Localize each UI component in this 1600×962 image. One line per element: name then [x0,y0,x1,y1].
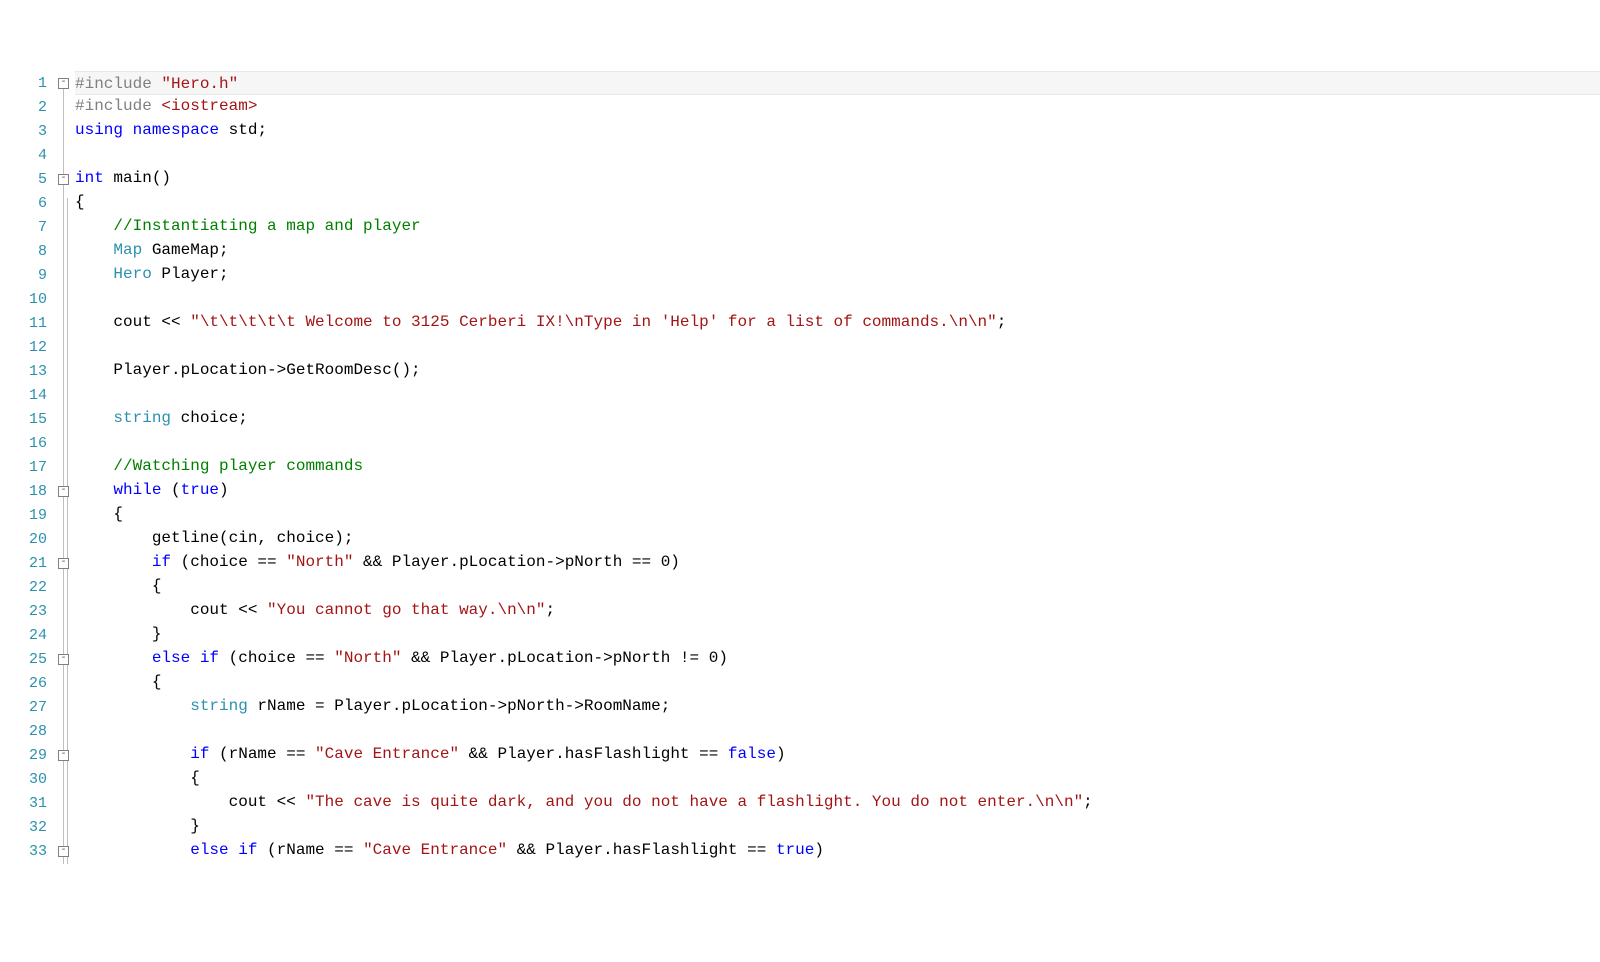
code-line[interactable]: cout << "\t\t\t\t\t Welcome to 3125 Cerb… [75,310,1600,334]
code-line[interactable]: { [75,766,1600,790]
code-line[interactable]: cout << "You cannot go that way.\n\n"; [75,598,1600,622]
fold-toggle-icon[interactable]: - [58,846,69,857]
code-line[interactable] [75,334,1600,358]
code-line[interactable]: int main() [75,166,1600,190]
code-line[interactable]: else if (rName == "Cave Entrance" && Pla… [75,838,1600,862]
fold-toggle-icon[interactable]: - [58,750,69,761]
code-line[interactable]: Hero Player; [75,262,1600,286]
fold-toggle-icon[interactable]: - [58,78,69,89]
code-line[interactable]: Player.pLocation->GetRoomDesc(); [75,358,1600,382]
code-line[interactable]: if (choice == "North" && Player.pLocatio… [75,550,1600,574]
fold-toggle-icon[interactable]: - [58,174,69,185]
code-line[interactable] [75,430,1600,454]
fold-toggle-icon[interactable]: - [58,486,69,497]
code-line[interactable]: { [75,670,1600,694]
code-line[interactable]: #include <iostream> [75,94,1600,118]
code-line[interactable]: string rName = Player.pLocation->pNorth-… [75,694,1600,718]
code-line[interactable]: cout << "The cave is quite dark, and you… [75,790,1600,814]
code-line[interactable]: { [75,502,1600,526]
fold-toggle-icon[interactable]: - [58,558,69,569]
code-editor[interactable]: 1 2 3 4 5 6 7 8 9 10 11 12 13 14 15 16 1… [0,72,1600,872]
code-line[interactable]: if (rName == "Cave Entrance" && Player.h… [75,742,1600,766]
code-line[interactable]: using namespace std; [75,118,1600,142]
line-number-gutter: 1 2 3 4 5 6 7 8 9 10 11 12 13 14 15 16 1… [0,72,55,872]
code-line[interactable] [75,382,1600,406]
fold-column[interactable]: - - - - - - - [55,72,73,872]
code-line[interactable]: string choice; [75,406,1600,430]
code-line[interactable]: while (true) [75,478,1600,502]
code-line[interactable] [75,718,1600,742]
code-line[interactable] [75,286,1600,310]
code-line[interactable]: #include "Hero.h" [75,71,1600,95]
code-area[interactable]: #include "Hero.h"#include <iostream>usin… [73,72,1600,872]
code-line[interactable]: getline(cin, choice); [75,526,1600,550]
code-line[interactable]: //Watching player commands [75,454,1600,478]
code-line[interactable]: Map GameMap; [75,238,1600,262]
code-line[interactable]: } [75,622,1600,646]
code-line[interactable] [75,142,1600,166]
code-line[interactable]: else if (choice == "North" && Player.pLo… [75,646,1600,670]
code-line[interactable]: } [75,814,1600,838]
code-line[interactable]: { [75,190,1600,214]
code-line[interactable]: //Instantiating a map and player [75,214,1600,238]
code-line[interactable]: { [75,574,1600,598]
fold-toggle-icon[interactable]: - [58,654,69,665]
